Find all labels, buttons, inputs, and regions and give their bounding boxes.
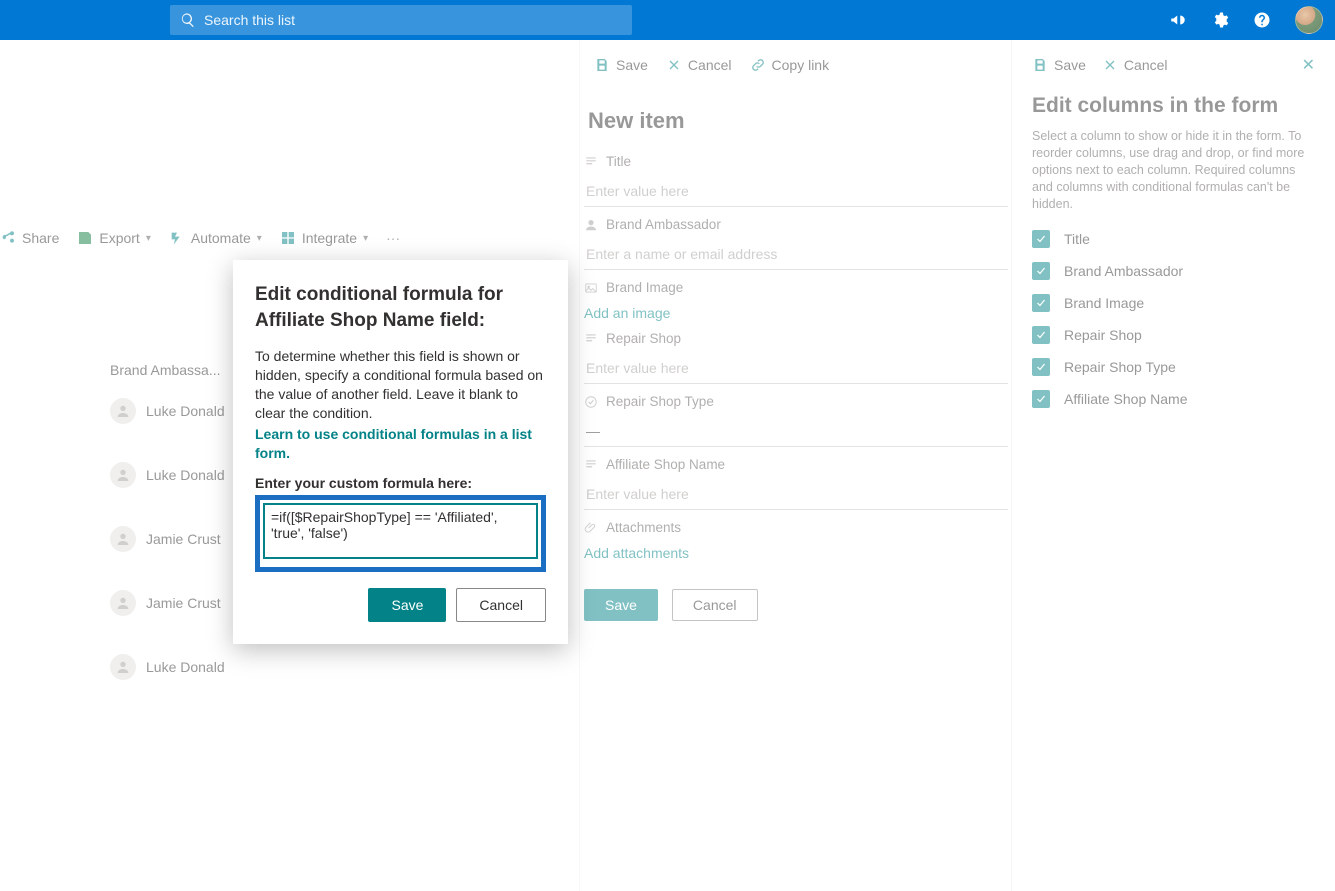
gear-icon[interactable] [1211, 11, 1229, 29]
help-icon[interactable] [1253, 11, 1271, 29]
dialog-cancel-button[interactable]: Cancel [456, 588, 546, 622]
dialog-title: Edit conditional formula for Affiliate S… [255, 282, 546, 333]
search-box[interactable] [170, 5, 632, 35]
formula-label: Enter your custom formula here: [255, 475, 546, 491]
dialog-description: To determine whether this field is shown… [255, 347, 546, 423]
formula-textarea[interactable] [263, 503, 538, 559]
avatar[interactable] [1295, 6, 1323, 34]
learn-more-link[interactable]: Learn to use conditional formulas in a l… [255, 425, 546, 463]
formula-highlight [255, 495, 546, 572]
dialog-save-button[interactable]: Save [368, 588, 446, 622]
suite-bar [0, 0, 1335, 40]
conditional-formula-dialog: Edit conditional formula for Affiliate S… [233, 260, 568, 644]
search-input[interactable] [204, 12, 622, 28]
search-icon [180, 12, 196, 28]
megaphone-icon[interactable] [1169, 11, 1187, 29]
modal-backdrop [0, 40, 1335, 891]
suite-actions [1169, 6, 1335, 34]
